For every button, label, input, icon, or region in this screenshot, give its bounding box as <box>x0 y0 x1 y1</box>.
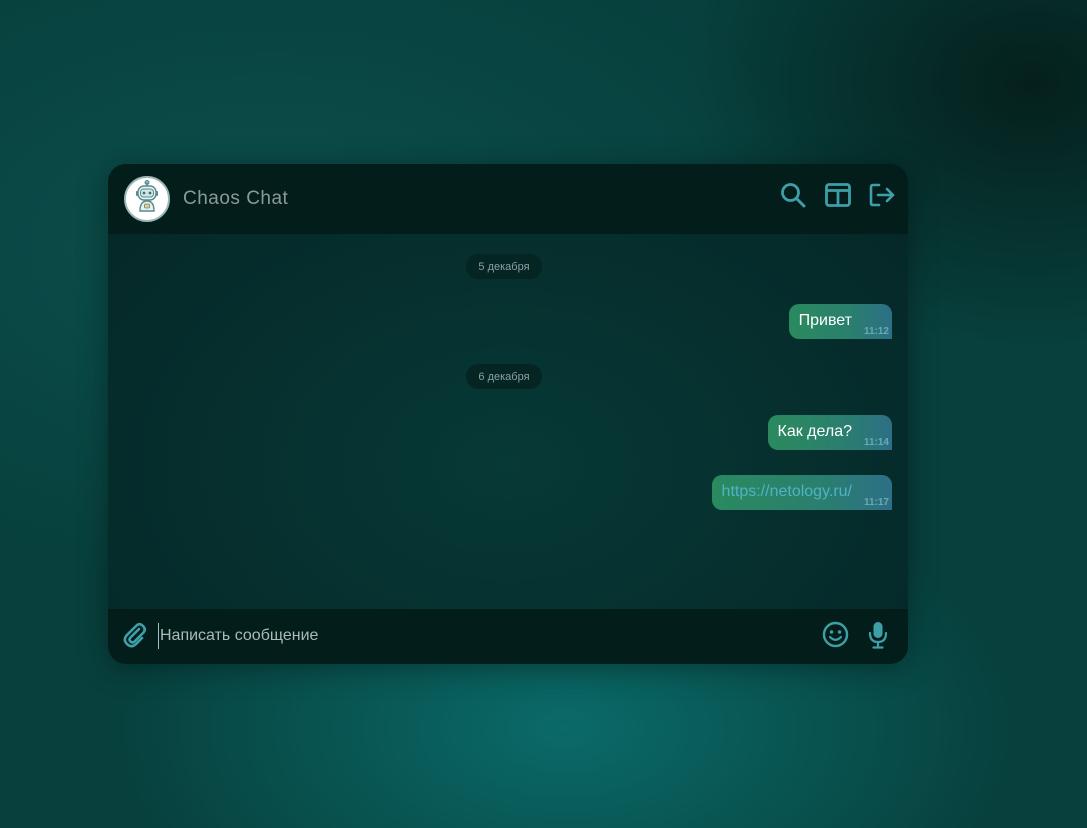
message-time: 11:12 <box>863 326 889 337</box>
logout-button[interactable] <box>867 182 898 213</box>
chat-window: Chaos Chat 5 декабря Привет 11:12 6 дека… <box>108 164 908 664</box>
robot-avatar-icon <box>132 179 162 219</box>
message-link[interactable]: https://netology.ru/ <box>722 483 852 500</box>
layout-button[interactable] <box>822 182 853 213</box>
search-icon <box>780 182 806 213</box>
date-separator: 5 декабря <box>466 254 542 279</box>
avatar[interactable] <box>124 176 170 222</box>
message-list[interactable]: 5 декабря Привет 11:12 6 декабря Как дел… <box>108 234 908 609</box>
message-bubble[interactable]: https://netology.ru/ 11:17 <box>711 475 892 510</box>
attach-button[interactable] <box>122 621 148 654</box>
search-button[interactable] <box>777 182 808 213</box>
microphone-button[interactable] <box>865 621 891 654</box>
date-separator: 6 декабря <box>466 364 542 389</box>
message-bubble[interactable]: Привет 11:12 <box>788 304 892 339</box>
logout-icon <box>869 183 896 212</box>
message-text: Привет <box>798 312 852 329</box>
microphone-icon <box>868 621 888 654</box>
message-bubble[interactable]: Как дела? 11:14 <box>767 415 892 450</box>
paperclip-icon <box>122 621 148 654</box>
smiley-icon <box>822 621 849 653</box>
chat-title: Chaos Chat <box>183 188 289 209</box>
columns-icon <box>824 183 851 212</box>
emoji-button[interactable] <box>821 621 849 653</box>
composer-bar <box>108 609 908 664</box>
message-text: Как дела? <box>777 423 853 440</box>
header-actions <box>777 182 898 213</box>
message-time: 11:17 <box>863 497 889 508</box>
chat-header: Chaos Chat <box>108 164 908 234</box>
message-time: 11:14 <box>863 437 889 448</box>
message-input[interactable] <box>158 623 800 649</box>
